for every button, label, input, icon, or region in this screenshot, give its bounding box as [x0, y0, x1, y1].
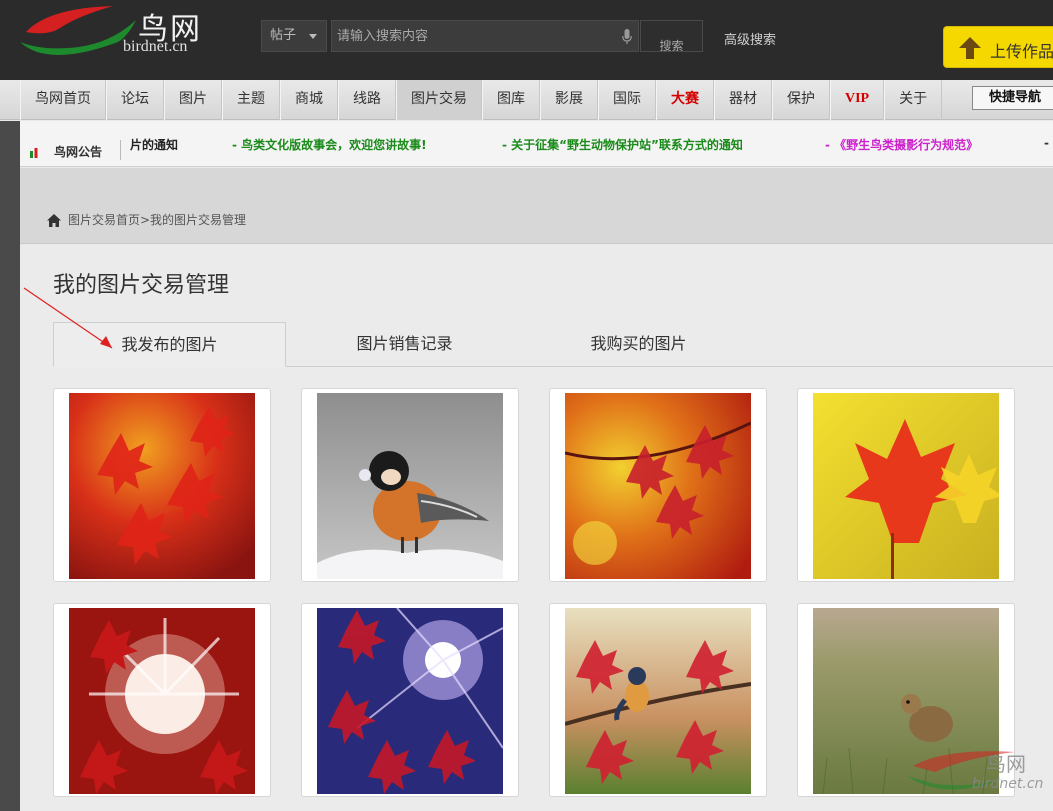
- tab-my-purchases[interactable]: 我购买的图片: [522, 322, 755, 367]
- nav-item[interactable]: 大赛: [656, 80, 714, 120]
- notice-bar: 鸟网公告 片的通知 - 鸟类文化版故事会，欢迎您讲故事! - 关于征集“野生动物…: [20, 121, 1053, 167]
- photo-card-5[interactable]: [53, 603, 271, 797]
- photo-bird-on-red-leaf-branch: [565, 608, 751, 794]
- search-type-label: 帖子: [270, 28, 297, 43]
- nav-item[interactable]: 保护: [772, 80, 830, 120]
- advanced-search-link[interactable]: 高级搜索: [724, 29, 776, 48]
- search-button[interactable]: 搜索: [640, 20, 703, 52]
- top-header: 鸟网 birdnet.cn 帖子 搜索 高级搜索 上传作品: [0, 0, 1053, 80]
- photo-tit-bird-on-snow: [317, 393, 503, 579]
- notice-item[interactable]: -: [1044, 136, 1049, 150]
- left-sidebar-strip: [0, 121, 20, 811]
- nav-item[interactable]: 论坛: [106, 80, 164, 120]
- home-icon[interactable]: [47, 214, 61, 227]
- upload-button[interactable]: 上传作品: [943, 26, 1053, 68]
- nav-item[interactable]: 关于: [884, 80, 943, 120]
- photo-card-6[interactable]: [301, 603, 519, 797]
- nav-item[interactable]: 主题: [222, 80, 280, 120]
- notice-item[interactable]: 片的通知: [130, 136, 178, 153]
- search-type-select[interactable]: 帖子: [261, 20, 327, 52]
- photo-card-2[interactable]: [301, 388, 519, 582]
- watermark-domain: birdnet.cn: [972, 776, 1044, 792]
- nav-item[interactable]: 图片: [164, 80, 222, 120]
- photo-card-1[interactable]: [53, 388, 271, 582]
- tab-sales-records[interactable]: 图片销售记录: [288, 322, 521, 367]
- notice-title: 鸟网公告: [54, 145, 103, 159]
- notice-item[interactable]: - 鸟类文化版故事会，欢迎您讲故事!: [232, 136, 427, 153]
- photo-autumn-leaves-branch: [565, 393, 751, 579]
- search-input[interactable]: [331, 20, 639, 52]
- nav-item[interactable]: 图片交易: [396, 80, 482, 120]
- nav-item[interactable]: 影展: [540, 80, 598, 120]
- upload-button-label: 上传作品: [990, 42, 1053, 61]
- photo-red-maple-leaves: [69, 393, 255, 579]
- nav-item[interactable]: 鸟网首页: [20, 80, 106, 120]
- nav-item[interactable]: 商城: [280, 80, 338, 120]
- notice-item[interactable]: - 关于征集“野生动物保护站”联系方式的通知: [502, 136, 743, 153]
- nav-item[interactable]: 国际: [598, 80, 656, 120]
- microphone-icon[interactable]: [622, 29, 632, 45]
- photo-card-3[interactable]: [549, 388, 767, 582]
- watermark-text: 鸟网: [986, 752, 1026, 776]
- nav-items: 鸟网首页 论坛 图片 主题 商城 线路 图片交易 图库 影展 国际 大赛 器材 保护 VIP 关于: [20, 80, 943, 120]
- photo-red-yellow-maple: [813, 393, 999, 579]
- logo-domain: birdnet.cn: [123, 38, 188, 55]
- photo-red-leaves-sunburst: [69, 608, 255, 794]
- breadcrumb[interactable]: 图片交易首页>我的图片交易管理: [68, 211, 246, 228]
- photo-card-4[interactable]: [797, 388, 1015, 582]
- divider: [120, 140, 121, 160]
- nav-item[interactable]: VIP: [830, 80, 885, 120]
- bar-chart-icon: [30, 148, 38, 158]
- quick-nav-button[interactable]: 快捷导航: [972, 86, 1053, 110]
- notice-item[interactable]: - 《野生鸟类摄影行为规范》: [825, 136, 978, 153]
- nav-item[interactable]: 线路: [338, 80, 396, 120]
- nav-item[interactable]: 图库: [482, 80, 540, 120]
- photo-red-leaves-blue-sky-sun: [317, 608, 503, 794]
- main-nav: 鸟网首页 论坛 图片 主题 商城 线路 图片交易 图库 影展 国际 大赛 器材 保护 VIP 关于: [0, 80, 1053, 120]
- annotation-arrow-icon: [23, 287, 113, 349]
- nav-item[interactable]: 器材: [714, 80, 772, 120]
- photo-card-7[interactable]: [549, 603, 767, 797]
- watermark-logo-icon: [907, 751, 1015, 790]
- breadcrumb-area: 图片交易首页>我的图片交易管理: [20, 168, 1053, 244]
- chevron-down-icon: [309, 34, 317, 39]
- upload-arrow-icon: [959, 37, 981, 59]
